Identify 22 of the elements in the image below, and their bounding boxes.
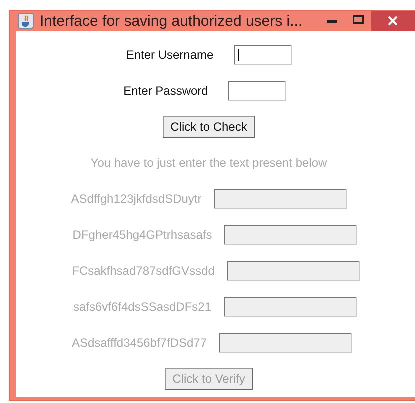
instruction-text: You have to just enter the text present below	[90, 156, 328, 170]
close-button[interactable]	[370, 11, 415, 31]
field-label: Enter Username	[126, 48, 214, 62]
input-field[interactable]	[228, 81, 286, 101]
input-field[interactable]	[219, 333, 352, 353]
minimize-icon[interactable]	[326, 20, 337, 22]
code-text: ASdffgh123jkfdsdSDuytr	[71, 192, 202, 206]
window-title: Interface for saving authorized users i...	[40, 12, 303, 30]
code-text: ASdsafffd3456bf7fDSd77	[72, 336, 207, 350]
input-field[interactable]	[224, 225, 358, 245]
field-label: Enter Password	[124, 84, 208, 98]
input-field[interactable]	[214, 189, 347, 209]
coffee-cup-icon	[18, 13, 34, 29]
code-text: DFgher45hg4GPtrhsasafs	[72, 228, 212, 242]
input-field[interactable]	[226, 261, 360, 281]
maximize-icon[interactable]	[352, 14, 364, 24]
code-text: safs6vf6f4dsSSasdDFs21	[73, 300, 212, 314]
code-text: FCsakfhsad787sdfGVssdd	[72, 264, 215, 278]
check-button[interactable]: Click to Check	[162, 116, 256, 138]
close-icon	[388, 16, 398, 26]
input-field[interactable]	[224, 297, 357, 317]
input-field[interactable]	[234, 45, 292, 65]
